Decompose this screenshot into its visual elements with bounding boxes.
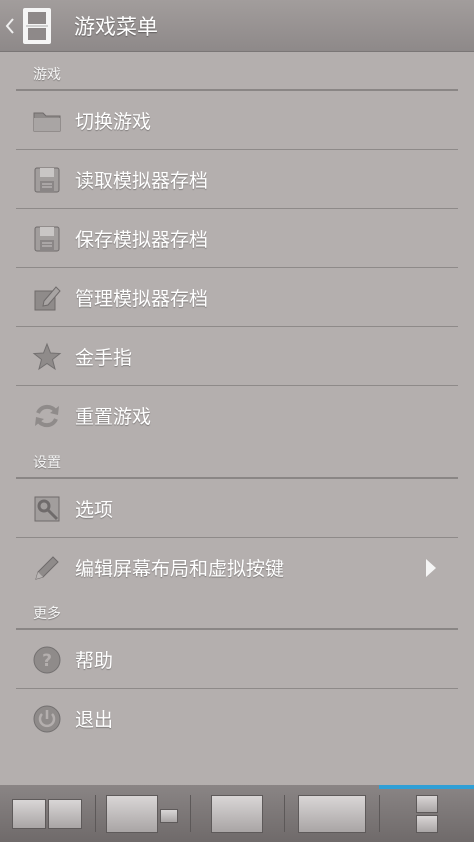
menu-item-label: 选项 bbox=[75, 499, 114, 521]
menu-item-manage-states[interactable]: 管理模拟器存档 bbox=[0, 268, 474, 327]
power-icon bbox=[33, 705, 61, 732]
section-header-more: 更多 bbox=[0, 597, 474, 630]
layout-tab-wide-screen[interactable] bbox=[284, 785, 379, 842]
menu-item-label: 管理模拟器存档 bbox=[75, 288, 209, 310]
floppy-disk-icon bbox=[34, 226, 60, 251]
menu-item-reset-game[interactable]: 重置游戏 bbox=[0, 386, 474, 445]
layout-tab-single-screen[interactable] bbox=[189, 785, 285, 842]
menu-item-edit-layout[interactable]: 编辑屏幕布局和虚拟按键 bbox=[0, 538, 474, 597]
menu-item-save-state[interactable]: 保存模拟器存档 bbox=[0, 209, 474, 268]
layout-stacked-icon bbox=[415, 794, 438, 833]
wrench-icon bbox=[34, 496, 60, 521]
menu-item-help[interactable]: ? 帮助 bbox=[0, 630, 474, 689]
layout-tab-side-by-side[interactable] bbox=[0, 785, 95, 842]
layout-wide-screen-icon bbox=[297, 794, 366, 833]
svg-text:?: ? bbox=[42, 651, 52, 671]
menu-item-label: 重置游戏 bbox=[75, 406, 152, 428]
menu-item-label: 切换游戏 bbox=[75, 111, 152, 133]
layout-main-small-icon bbox=[106, 794, 179, 833]
edit-document-icon bbox=[34, 285, 61, 310]
star-icon bbox=[32, 342, 62, 370]
page-title: 游戏菜单 bbox=[74, 14, 158, 39]
menu-item-label: 退出 bbox=[75, 709, 114, 731]
menu-item-label: 编辑屏幕布局和虚拟按键 bbox=[75, 558, 285, 580]
menu-item-options[interactable]: 选项 bbox=[0, 479, 474, 538]
menu-item-load-state[interactable]: 读取模拟器存档 bbox=[0, 150, 474, 209]
section-header-label: 游戏 bbox=[33, 67, 61, 83]
game-menu-list: 游戏 切换游戏 读取模拟器存档 保存模拟器存档 管理模拟器存档 金手指 重置游戏… bbox=[0, 53, 474, 748]
folder-icon bbox=[33, 112, 61, 131]
action-bar: 游戏菜单 bbox=[0, 0, 474, 52]
section-header-label: 更多 bbox=[33, 606, 61, 622]
layout-single-screen-icon bbox=[210, 794, 263, 833]
layout-tab-main-small[interactable] bbox=[94, 785, 190, 842]
section-header-settings: 设置 bbox=[0, 445, 474, 479]
menu-item-cheats[interactable]: 金手指 bbox=[0, 327, 474, 386]
refresh-icon bbox=[35, 404, 59, 427]
floppy-disk-icon bbox=[34, 167, 60, 192]
section-header-game: 游戏 bbox=[0, 53, 474, 91]
menu-item-label: 读取模拟器存档 bbox=[75, 170, 209, 192]
layout-side-by-side-icon bbox=[12, 798, 83, 829]
help-icon: ? bbox=[33, 646, 61, 673]
layout-tab-bar bbox=[0, 785, 474, 842]
submenu-arrow-icon bbox=[426, 558, 436, 577]
menu-item-label: 金手指 bbox=[75, 347, 133, 369]
pencil-icon bbox=[35, 555, 59, 580]
chevron-left-icon[interactable] bbox=[2, 0, 18, 52]
menu-item-exit[interactable]: 退出 bbox=[0, 689, 474, 748]
layout-tab-stacked[interactable] bbox=[379, 785, 474, 842]
ds-console-icon[interactable] bbox=[20, 6, 54, 46]
section-header-label: 设置 bbox=[33, 455, 61, 471]
menu-item-label: 帮助 bbox=[75, 650, 114, 672]
menu-item-switch-game[interactable]: 切换游戏 bbox=[0, 91, 474, 150]
menu-item-label: 保存模拟器存档 bbox=[75, 229, 209, 251]
